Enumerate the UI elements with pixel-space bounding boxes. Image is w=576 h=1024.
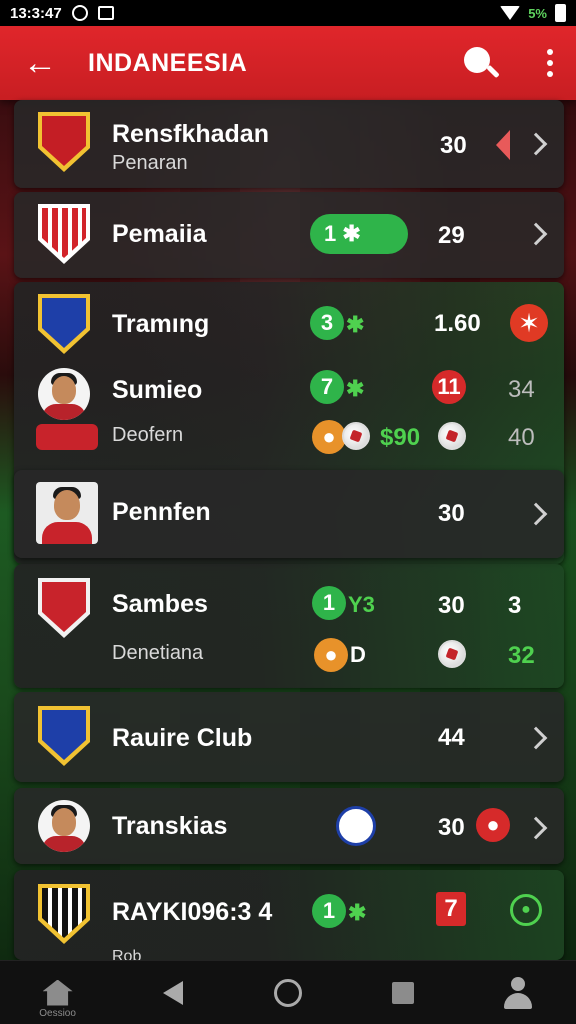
team-crest-icon <box>38 204 90 264</box>
nav-home-button[interactable]: Oessioo <box>28 963 88 1023</box>
profile-icon <box>502 976 534 1009</box>
red-badge-icon: ● <box>476 808 510 842</box>
home-icon <box>42 979 73 1006</box>
list-item[interactable]: Rensfkhadan Penaran 30 <box>14 100 564 188</box>
square-recent-icon <box>392 981 415 1004</box>
player-name: Sambes <box>112 590 208 618</box>
list-item[interactable]: Sambes 1 Y3 30 3 Denetiana ● D 32 <box>14 564 564 688</box>
score-badge: 1 <box>312 894 346 928</box>
team-value: 30 <box>438 814 465 841</box>
team-name: RAYKI096:3 4 <box>112 898 273 926</box>
player-name: Sumieo <box>112 376 203 404</box>
ball-icon <box>438 640 466 668</box>
ball-icon <box>438 422 466 450</box>
score-badge: 3 <box>310 306 344 340</box>
score-suffix: $90 <box>380 424 421 451</box>
team-crest-icon <box>38 706 90 766</box>
player-name: Pennfen <box>112 498 211 526</box>
player-avatar <box>38 368 90 420</box>
status-time: 13:3:47 <box>10 4 62 22</box>
score-suffix: D <box>350 642 366 667</box>
score-suffix: ✱ <box>348 900 367 925</box>
list-item[interactable]: Pennfen 30 <box>14 470 564 558</box>
team-value: 1.60 <box>434 310 481 337</box>
app-bar: ← INDANEESIA <box>0 26 576 100</box>
notification-icon <box>71 5 88 21</box>
team-value: 44 <box>438 724 465 751</box>
player-photo <box>36 482 98 544</box>
player-subtitle: Deofern <box>112 424 184 446</box>
team-crest-icon <box>38 112 90 172</box>
team-value: 29 <box>438 222 465 249</box>
player-subtitle: Denetiana <box>112 642 204 664</box>
more-vertical-icon <box>547 49 553 55</box>
score-badge: 1 <box>312 586 346 620</box>
score-suffix: Y3 <box>348 592 375 617</box>
list-item[interactable]: Rauire Club 44 <box>14 692 564 782</box>
team-subtitle: Penaran <box>112 152 188 174</box>
red-tag: 7 <box>436 892 466 926</box>
wifi-icon <box>500 6 521 20</box>
chevron-right-icon[interactable] <box>524 816 548 840</box>
chevron-right-icon[interactable] <box>524 222 548 246</box>
player-name: Transkias <box>112 812 228 840</box>
search-button[interactable] <box>458 41 502 85</box>
team-name: Tramıng <box>112 310 210 338</box>
arrow-left-icon: ← <box>23 43 57 82</box>
club-logo-icon <box>336 806 376 846</box>
team-value-secondary: 34 <box>508 376 535 403</box>
list-item[interactable]: Transkias 30 ● <box>14 788 564 864</box>
team-value: 30 <box>438 500 465 527</box>
nav-home-circle-button[interactable] <box>258 963 318 1023</box>
team-name: Pemaiia <box>112 220 207 248</box>
list-item[interactable]: Pemaiia 1 ✱ 29 <box>14 192 564 278</box>
jersey-strip <box>36 424 98 450</box>
bottom-nav: Oessioo <box>0 960 576 1024</box>
score-suffix: ✱ <box>346 312 365 337</box>
more-button[interactable] <box>540 49 560 77</box>
triangle-back-icon <box>162 980 183 1005</box>
team-crest-icon <box>38 294 90 354</box>
team-value: 30 <box>440 132 467 159</box>
score-suffix: ✱ <box>346 376 365 401</box>
flag-icon <box>496 130 510 160</box>
status-bar: 13:3:47 5% <box>0 0 576 26</box>
club-badge-icon: ● <box>314 638 348 672</box>
team-name: Rauire Club <box>112 724 253 752</box>
score-pill: 1 ✱ <box>310 214 408 254</box>
team-value: 30 <box>438 592 465 619</box>
team-value-secondary: 40 <box>508 424 535 451</box>
nav-home-label: Oessioo <box>39 1007 76 1019</box>
club-badge-icon: ● <box>312 420 346 454</box>
team-crest-icon <box>38 884 90 944</box>
team-name: Rensfkhadan <box>112 120 269 148</box>
red-badge: 11 <box>432 370 466 404</box>
nav-back-button[interactable] <box>143 963 203 1023</box>
nav-profile-button[interactable] <box>488 963 548 1023</box>
score-badge: 7 <box>310 370 344 404</box>
nav-recent-button[interactable] <box>373 963 433 1023</box>
team-value-secondary: 3 <box>508 592 522 619</box>
team-value-secondary: 32 <box>508 642 535 669</box>
list-item[interactable]: RAYKI096:3 4 1 ✱ 7 ● Rob <box>14 870 564 965</box>
battery-percent: 5% <box>528 5 547 21</box>
player-avatar <box>38 800 90 852</box>
ball-icon <box>342 422 370 450</box>
green-ring-icon: ● <box>510 894 542 926</box>
chevron-right-icon[interactable] <box>524 132 548 156</box>
page-title: INDANEESIA <box>88 48 248 77</box>
battery-icon <box>555 4 566 22</box>
chevron-right-icon[interactable] <box>524 502 548 526</box>
image-icon <box>97 6 114 20</box>
star-icon: ✶ <box>510 304 548 342</box>
team-crest-icon <box>38 578 90 638</box>
back-button[interactable]: ← <box>16 39 64 87</box>
circle-home-icon <box>273 978 302 1007</box>
chevron-right-icon[interactable] <box>524 726 548 750</box>
